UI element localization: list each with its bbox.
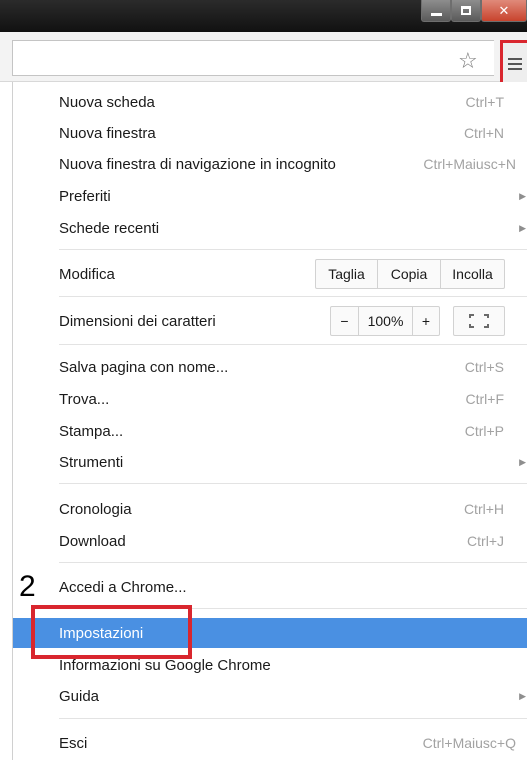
close-button[interactable]: ✕	[481, 0, 527, 22]
menu-item-downloads[interactable]: Download Ctrl+J	[13, 526, 527, 556]
menu-item-label: Download	[59, 532, 126, 550]
edit-button-group: Taglia Copia Incolla	[315, 259, 505, 289]
menu-item-shortcut: Ctrl+Maiusc+Q	[422, 735, 516, 751]
zoom-in-button[interactable]: +	[412, 307, 439, 335]
menu-item-label: Salva pagina con nome...	[59, 358, 229, 376]
menu-item-label: Esci	[59, 734, 88, 752]
window-titlebar: ✕	[0, 0, 527, 32]
menu-item-bookmarks[interactable]: Preferiti ▶	[13, 181, 527, 211]
menu-separator	[59, 718, 527, 719]
fullscreen-button[interactable]	[453, 306, 505, 336]
zoom-control: − 100% +	[330, 306, 440, 336]
menu-item-label: Cronologia	[59, 500, 132, 518]
menu-item-label: Nuova finestra di navigazione in incogni…	[59, 155, 336, 173]
menu-separator	[59, 249, 527, 250]
menu-item-label: Nuova scheda	[59, 93, 155, 111]
copy-button[interactable]: Copia	[377, 260, 440, 288]
menu-item-label: Schede recenti	[59, 219, 160, 237]
menu-item-exit[interactable]: Esci Ctrl+Maiusc+Q	[13, 728, 527, 758]
menu-item-print[interactable]: Stampa... Ctrl+P	[13, 416, 527, 446]
menu-item-label: Strumenti	[59, 453, 124, 471]
menu-item-tools[interactable]: Strumenti ▶	[13, 447, 527, 477]
bookmark-star-icon[interactable]: ☆	[458, 50, 478, 72]
menu-separator	[59, 296, 527, 297]
menu-item-label: Informazioni su Google Chrome	[59, 656, 271, 674]
close-icon: ✕	[498, 2, 510, 18]
submenu-arrow-icon: ▶	[519, 456, 526, 467]
menu-item-label: Guida	[59, 687, 100, 705]
menu-item-label: Stampa...	[59, 422, 124, 440]
browser-toolbar	[0, 32, 527, 82]
submenu-arrow-icon: ▶	[519, 690, 526, 701]
menu-item-find[interactable]: Trova... Ctrl+F	[13, 384, 527, 414]
menu-item-label: Accedi a Chrome...	[59, 578, 187, 596]
menu-item-shortcut: Ctrl+S	[464, 359, 504, 375]
fullscreen-icon	[469, 314, 489, 328]
zoom-level: 100%	[358, 307, 412, 335]
menu-item-new-window[interactable]: Nuova finestra Ctrl+N	[13, 118, 527, 148]
zoom-out-button[interactable]: −	[331, 307, 358, 335]
submenu-arrow-icon: ▶	[519, 190, 526, 201]
menu-item-shortcut: Ctrl+Maiusc+N	[423, 156, 516, 172]
menu-item-sign-in[interactable]: Accedi a Chrome...	[13, 572, 527, 602]
menu-item-save-page[interactable]: Salva pagina con nome... Ctrl+S	[13, 352, 527, 382]
menu-item-label: Modifica	[59, 265, 115, 283]
menu-item-shortcut: Ctrl+J	[467, 533, 504, 549]
menu-separator	[59, 483, 527, 484]
menu-item-history[interactable]: Cronologia Ctrl+H	[13, 494, 527, 524]
menu-item-recent-tabs[interactable]: Schede recenti ▶	[13, 213, 527, 243]
menu-item-label: Trova...	[59, 390, 110, 408]
minimize-button[interactable]	[421, 0, 451, 22]
menu-item-shortcut: Ctrl+F	[465, 391, 505, 407]
step-2-marker: 2	[19, 570, 36, 603]
menu-item-help[interactable]: Guida ▶	[13, 681, 527, 711]
menu-separator	[59, 562, 527, 563]
window-controls: ✕	[421, 0, 527, 26]
submenu-arrow-icon: ▶	[519, 222, 526, 233]
menu-item-label: Nuova finestra	[59, 124, 156, 142]
menu-item-incognito[interactable]: Nuova finestra di navigazione in incogni…	[13, 149, 527, 179]
paste-button[interactable]: Incolla	[440, 260, 504, 288]
address-bar[interactable]	[12, 40, 494, 76]
maximize-icon	[461, 6, 471, 15]
menu-item-label: Preferiti	[59, 187, 111, 205]
menu-item-label: Dimensioni dei caratteri	[59, 312, 216, 330]
menu-item-shortcut: Ctrl+H	[463, 501, 504, 517]
menu-separator	[59, 344, 527, 345]
maximize-button[interactable]	[451, 0, 481, 22]
settings-highlight-box	[31, 605, 192, 659]
minimize-icon	[430, 12, 442, 16]
menu-item-shortcut: Ctrl+T	[465, 94, 505, 110]
hamburger-menu-icon	[508, 58, 522, 70]
menu-item-shortcut: Ctrl+P	[464, 423, 504, 439]
menu-item-new-tab[interactable]: Nuova scheda Ctrl+T	[13, 87, 527, 117]
cut-button[interactable]: Taglia	[316, 260, 377, 288]
menu-item-shortcut: Ctrl+N	[463, 125, 504, 141]
menu-item-zoom: Dimensioni dei caratteri	[13, 306, 527, 336]
chrome-menu-button[interactable]	[500, 40, 527, 88]
